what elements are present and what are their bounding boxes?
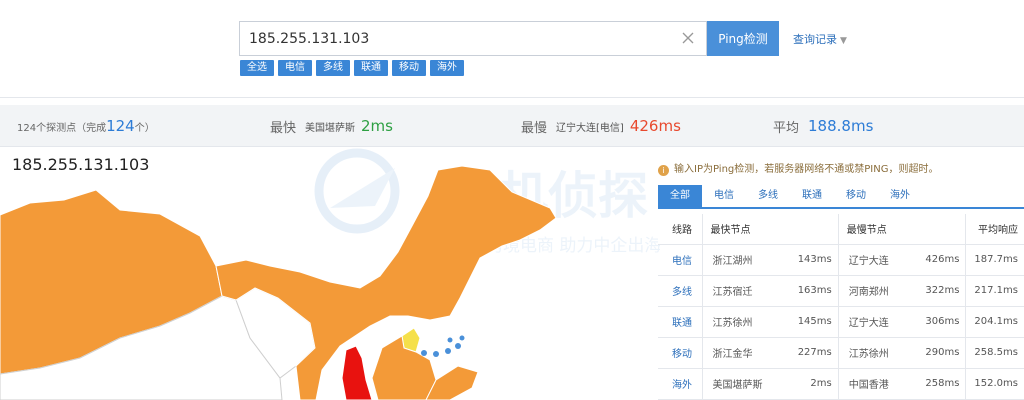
ping-map: 主机侦探 服务跨境电商 助力中企出海 185.255.131.103 — [0, 148, 660, 400]
region-tianjin-hebei[interactable] — [371, 335, 437, 400]
china-map: 主机侦探 服务跨境电商 助力中企出海 185.255.131.103 — [0, 148, 660, 400]
table-row: 联通 江苏徐州 145ms 辽宁大连 306ms 204.1ms — [658, 306, 1024, 338]
filter-unicom[interactable]: 联通 — [354, 60, 388, 76]
tab-mobile[interactable]: 移动 — [834, 185, 878, 207]
filter-multiline[interactable]: 多线 — [316, 60, 350, 76]
tab-multiline[interactable]: 多线 — [746, 185, 790, 207]
col-fastest: 最快节点 — [702, 214, 839, 245]
search-section: Ping检测 查询记录▼ 全选 电信 多线 联通 移动 海外 — [0, 0, 1024, 98]
line-filters: 全选 电信 多线 联通 移动 海外 — [240, 60, 468, 76]
results-table: 线路 最快节点 最慢节点 平均响应 电信 浙江湖州 143ms 辽宁大连 426… — [658, 214, 1024, 400]
col-line: 线路 — [658, 214, 703, 245]
tab-overseas[interactable]: 海外 — [878, 185, 922, 207]
probe-count: 124个探测点（完成 124 个） — [17, 117, 155, 135]
table-row: 海外 美国堪萨斯 2ms 中国香港 258ms 152.0ms — [658, 368, 1024, 400]
result-tabs: 全部 电信 多线 联通 移动 海外 — [658, 185, 1024, 209]
col-slowest: 最慢节点 — [838, 214, 967, 245]
col-average: 平均响应 — [965, 214, 1024, 245]
history-label: 查询记录 — [793, 33, 837, 46]
tab-telecom[interactable]: 电信 — [702, 185, 746, 207]
tab-all[interactable]: 全部 — [658, 185, 702, 207]
filter-mobile[interactable]: 移动 — [392, 60, 426, 76]
notice: i 输入IP为Ping检测，若服务器网络不通或禁PING，则超时。 — [658, 160, 938, 176]
average-stat: 平均 188.8ms — [773, 117, 874, 136]
filter-all[interactable]: 全选 — [240, 60, 274, 76]
fastest-stat: 最快 美国堪萨斯 2ms — [270, 117, 393, 136]
page: Ping检测 查询记录▼ 全选 电信 多线 联通 移动 海外 124个探测点（完… — [0, 0, 1024, 400]
map-ip: 185.255.131.103 — [12, 155, 149, 174]
filter-overseas[interactable]: 海外 — [430, 60, 464, 76]
filter-telecom[interactable]: 电信 — [278, 60, 312, 76]
table-row: 多线 江苏宿迁 163ms 河南郑州 322ms 217.1ms — [658, 275, 1024, 307]
close-icon[interactable] — [679, 29, 697, 47]
chevron-down-icon: ▼ — [840, 36, 847, 46]
stats-bar: 124个探测点（完成 124 个） 最快 美国堪萨斯 2ms 最慢 辽宁大连[电信]… — [0, 105, 1024, 147]
history-dropdown[interactable]: 查询记录 ▼ — [793, 31, 847, 47]
region-ningxia-shaanxi[interactable] — [341, 345, 373, 400]
ping-button[interactable]: Ping检测 — [707, 21, 779, 56]
info-icon: i — [658, 165, 669, 176]
tab-unicom[interactable]: 联通 — [790, 185, 834, 207]
table-row: 移动 浙江金华 227ms 江苏徐州 290ms 258.5ms — [658, 337, 1024, 369]
table-row: 电信 浙江湖州 143ms 辽宁大连 426ms 187.7ms — [658, 244, 1024, 276]
table-header: 线路 最快节点 最慢节点 平均响应 — [658, 214, 1024, 245]
slowest-stat: 最慢 辽宁大连[电信] 426ms — [521, 117, 681, 136]
ip-input[interactable] — [240, 22, 680, 55]
search-box — [239, 21, 707, 56]
results-section: 主机侦探 服务跨境电商 助力中企出海 185.255.131.103 i 输入I… — [0, 148, 1024, 400]
sea-dots — [421, 335, 465, 357]
